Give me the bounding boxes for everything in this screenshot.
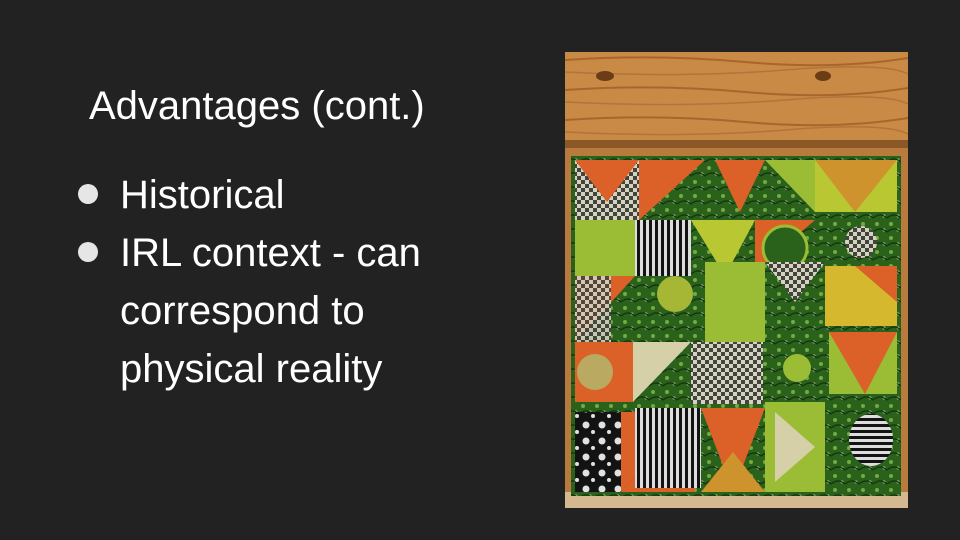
quilt-photo: [565, 52, 908, 508]
bullet-item: IRL context - can correspond to physical…: [76, 224, 506, 398]
bullet-text: Historical: [120, 173, 285, 217]
bullet-dot-icon: [78, 242, 98, 262]
bullet-item: Historical: [76, 166, 506, 224]
bullet-text: IRL context - can correspond to physical…: [120, 231, 421, 391]
bullet-dot-icon: [78, 184, 98, 204]
quilt-image: [565, 52, 908, 508]
slide: Advantages (cont.) Historical IRL contex…: [0, 0, 960, 540]
bullet-list: Historical IRL context - can correspond …: [76, 166, 506, 398]
slide-title: Advantages (cont.): [89, 84, 425, 128]
